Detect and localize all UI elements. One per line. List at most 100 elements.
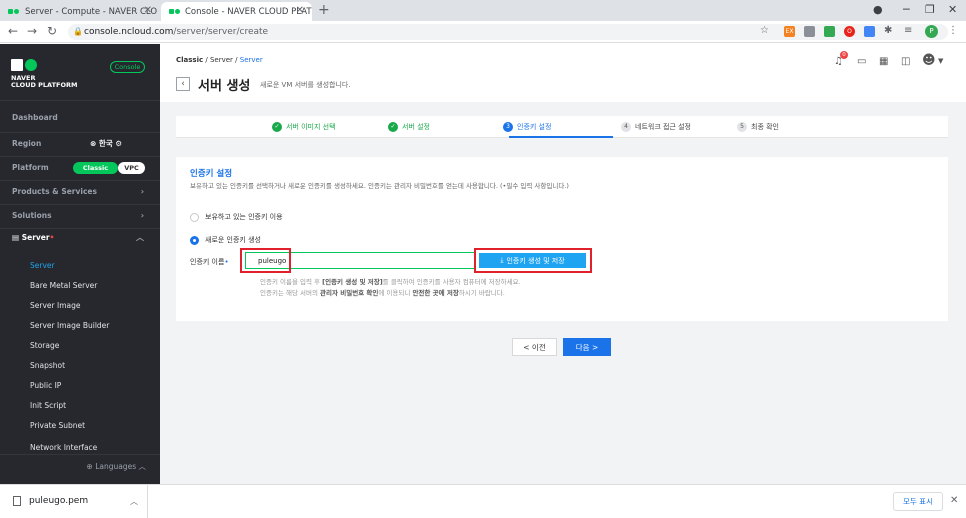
maximize-icon[interactable]: ❐	[925, 3, 935, 16]
sidebar-item-server[interactable]: Server	[0, 256, 160, 276]
opera-extension-icon[interactable]: O	[844, 26, 855, 37]
languages-selector[interactable]: ⊕ Languages ︿	[0, 454, 160, 482]
sidebar-item-solutions[interactable]: Solutions ›	[0, 206, 160, 226]
browser-tab-console[interactable]: Console - NAVER CLOUD PLATF ✕	[161, 2, 312, 21]
platform-row: Platform Classic VPC	[0, 158, 160, 178]
lock-icon: 🔒	[73, 27, 83, 36]
active-step-underline	[509, 136, 613, 138]
step-label: 최종 확인	[751, 123, 779, 131]
next-button[interactable]: 다음 >	[563, 338, 611, 356]
step-server-settings[interactable]: ✓ 서버 설정	[388, 122, 430, 132]
close-window-icon[interactable]: ✕	[948, 3, 957, 16]
chevron-right-icon: ›	[140, 187, 144, 196]
divider	[0, 132, 160, 133]
address-bar[interactable]: 🔒 console.ncloud.com/server/server/creat…	[68, 24, 948, 40]
main-content: Classic / Server / Server ‹ 서버 생성 새로운 VM…	[160, 44, 966, 484]
region-value[interactable]: ⊗ 한국 ⚙	[90, 134, 122, 154]
sidebar-item-private-subnet[interactable]: Private Subnet	[0, 416, 160, 436]
sidebar-item-products[interactable]: Products & Services ›	[0, 182, 160, 202]
server-group-icon: ▤	[12, 233, 20, 242]
region-row[interactable]: Region ⊗ 한국 ⚙	[0, 134, 160, 154]
platform-vpc-toggle[interactable]: VPC	[118, 162, 145, 174]
help-note-1: 인증키 이름을 입력 후 [인증키 생성 및 저장]를 클릭하여 인증키를 사용…	[260, 276, 521, 286]
user-avatar-icon[interactable]: ☻	[922, 53, 936, 68]
step-label: 인증키 설정	[517, 123, 552, 131]
note-text: 인증키 이름을 입력 후	[260, 278, 323, 286]
sidebar-item-init-script[interactable]: Init Script	[0, 396, 160, 416]
bookmark-star-icon[interactable]: ☆	[760, 25, 769, 36]
region-label: Region	[12, 139, 42, 148]
download-shelf: puleugo.pem ︿ 모두 표시 ✕	[0, 484, 966, 518]
highlight-box	[240, 248, 291, 273]
highlight-box	[474, 248, 592, 273]
breadcrumb-current[interactable]: Server	[240, 56, 263, 64]
browser-tab-strip: Server - Compute - NAVER CLO ✕ Console -…	[0, 0, 966, 21]
sidebar-item-public-ip[interactable]: Public IP	[0, 376, 160, 396]
browser-tab-server[interactable]: Server - Compute - NAVER CLO ✕	[0, 2, 160, 21]
sidebar-item-storage[interactable]: Storage	[0, 336, 160, 356]
step-label: 서버 설정	[402, 123, 430, 131]
step-auth-key[interactable]: 3 인증키 설정	[503, 122, 551, 132]
profile-dot-icon[interactable]: ●	[873, 3, 883, 16]
new-tab-button[interactable]: +	[318, 3, 330, 17]
breadcrumb-item[interactable]: Classic	[176, 56, 203, 64]
forward-arrow-icon[interactable]: →	[27, 24, 37, 38]
sidebar-group-server[interactable]: ▤ Server• ︿	[0, 228, 160, 248]
step-number: 3	[503, 122, 513, 132]
note-emphasis: 안전한 곳에 저장	[412, 289, 459, 297]
calendar-icon[interactable]: ▦	[879, 56, 888, 67]
extension-ex-icon[interactable]: EX	[784, 26, 795, 37]
close-tab-icon[interactable]: ✕	[144, 5, 152, 16]
note-text: 인증키는 해당 서버의	[260, 289, 321, 297]
step-server-image[interactable]: ✓ 서버 이미지 선택	[272, 122, 336, 132]
platform-classic-toggle[interactable]: Classic	[73, 162, 118, 174]
chat-icon[interactable]: ▭	[857, 56, 866, 67]
console-badge[interactable]: Console	[110, 61, 145, 73]
chevron-up-icon[interactable]: ︿	[130, 485, 138, 518]
reload-icon[interactable]: ↻	[47, 24, 57, 38]
divider	[0, 100, 160, 101]
extension-icon[interactable]	[804, 26, 815, 37]
url-path: /server/server/create	[173, 27, 269, 37]
extension-icon[interactable]	[824, 26, 835, 37]
sidebar-item-dashboard[interactable]: Dashboard	[0, 108, 160, 128]
close-icon[interactable]: ✕	[950, 495, 958, 506]
book-icon[interactable]: ◫	[901, 56, 910, 67]
prev-button[interactable]: < 이전	[512, 338, 557, 356]
help-note-2: 인증키는 해당 서버의 관리자 비밀번호 확인에 이용되니 안전한 곳에 저장하…	[260, 287, 505, 297]
step-network[interactable]: 4 네트워크 접근 설정	[621, 122, 691, 132]
profile-avatar[interactable]: P	[925, 25, 938, 38]
radio-button-selected[interactable]	[190, 235, 199, 245]
radio-existing-key[interactable]: 보유하고 있는 인증키 이용	[190, 212, 283, 222]
minimize-icon[interactable]: ─	[903, 3, 910, 16]
translate-extension-icon[interactable]	[864, 26, 875, 37]
radio-label: 보유하고 있는 인증키 이용	[205, 213, 283, 221]
tab-title: Server - Compute - NAVER CLO	[25, 6, 158, 17]
sidebar-item-bare-metal[interactable]: Bare Metal Server	[0, 276, 160, 296]
extensions-puzzle-icon[interactable]: ✱	[884, 25, 892, 36]
download-item[interactable]: puleugo.pem ︿	[0, 485, 148, 518]
back-button[interactable]: ‹	[176, 77, 190, 91]
step-final[interactable]: 5 최종 확인	[737, 122, 779, 132]
sidebar-item-server-image[interactable]: Server Image	[0, 296, 160, 316]
check-icon: ✓	[272, 122, 282, 132]
file-icon	[13, 495, 21, 506]
radio-button[interactable]	[190, 212, 199, 222]
close-circle-icon: ⊗	[90, 139, 97, 148]
sidebar-item-snapshot[interactable]: Snapshot	[0, 356, 160, 376]
panel-title: 인증키 설정	[190, 169, 233, 179]
naver-cloud-logo[interactable]: NAVER CLOUD PLATFORM	[11, 59, 77, 89]
breadcrumb-item[interactable]: Server	[210, 56, 233, 64]
reading-list-icon[interactable]: ≡	[904, 25, 912, 36]
gear-icon: ⚙	[115, 139, 123, 148]
back-arrow-icon[interactable]: ←	[8, 24, 18, 38]
menu-kebab-icon[interactable]: ⋮	[948, 25, 958, 36]
notification-badge: 0	[840, 51, 848, 59]
caret-down-icon[interactable]: ▼	[938, 57, 943, 65]
close-tab-icon[interactable]: ✕	[296, 5, 304, 16]
brand-line2: CLOUD PLATFORM	[11, 81, 78, 89]
radio-new-key[interactable]: 새로운 인증키 생성	[190, 235, 261, 245]
sidebar-item-server-image-builder[interactable]: Server Image Builder	[0, 316, 160, 336]
chevron-up-icon: ︿	[136, 233, 144, 242]
show-all-downloads-button[interactable]: 모두 표시	[893, 492, 943, 511]
